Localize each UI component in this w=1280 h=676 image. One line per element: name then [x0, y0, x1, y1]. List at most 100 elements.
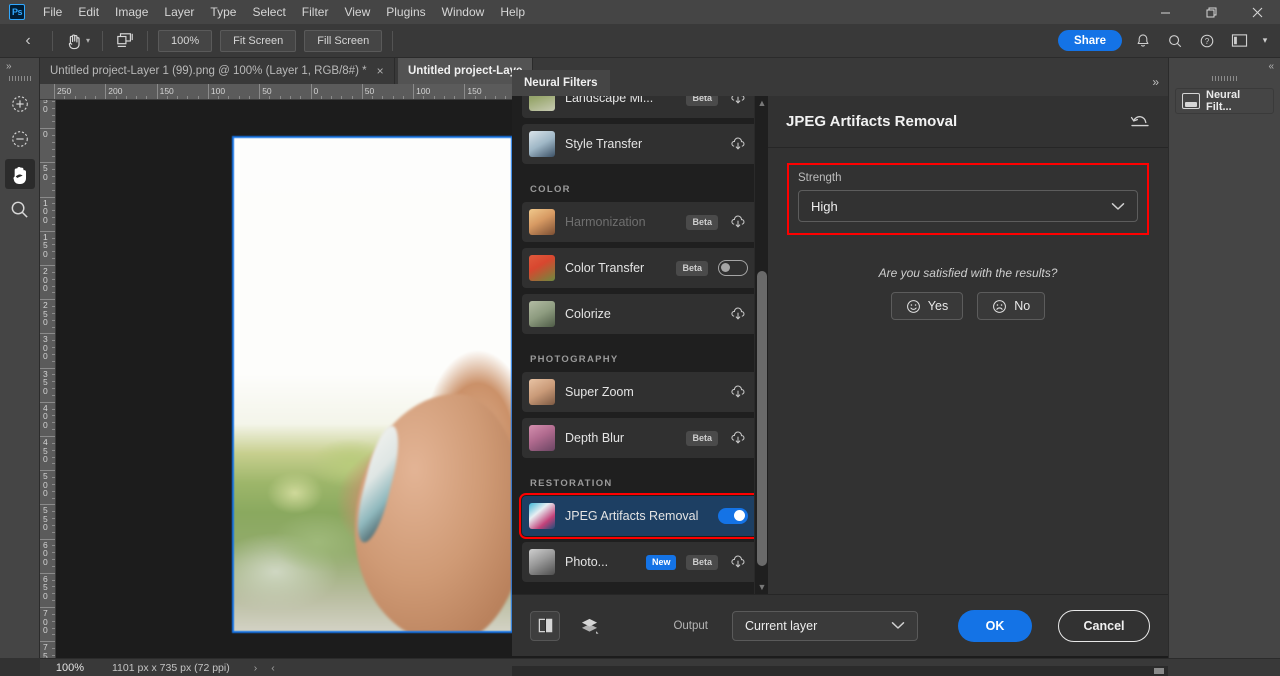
- menu-file[interactable]: File: [35, 0, 70, 24]
- download-cloud-icon[interactable]: [728, 385, 748, 399]
- filter-row-style-transfer[interactable]: Style Transfer: [522, 124, 758, 164]
- filter-row-depth-blur[interactable]: Depth Blur Beta: [522, 418, 758, 458]
- ruler-minor-tick: [52, 135, 55, 137]
- reset-icon[interactable]: [1130, 114, 1150, 130]
- ruler-minor-tick: [52, 545, 55, 547]
- ruler-minor-tick: [52, 518, 55, 520]
- toolbar-grip[interactable]: [8, 76, 31, 81]
- menu-filter[interactable]: Filter: [294, 0, 337, 24]
- filter-row-landscape-mixer[interactable]: Landscape Mi... Beta: [522, 96, 758, 118]
- status-expand-icon[interactable]: ›: [254, 662, 258, 674]
- zoom-level-button[interactable]: 100%: [158, 29, 213, 52]
- dialog-horizontal-scrollbar[interactable]: [512, 666, 1168, 676]
- neural-filters-dialog: Landscape Mi... Beta Style Transfer COLO…: [512, 96, 1168, 656]
- dock-collapse-button[interactable]: «: [1169, 58, 1280, 72]
- download-cloud-icon[interactable]: [728, 555, 748, 569]
- filter-detail-panel: JPEG Artifacts Removal Strength High Are…: [768, 96, 1168, 594]
- menu-window[interactable]: Window: [434, 0, 493, 24]
- minimize-button[interactable]: [1142, 0, 1188, 24]
- menu-image[interactable]: Image: [107, 0, 156, 24]
- panel-expand-button[interactable]: »: [1152, 75, 1159, 89]
- menu-edit[interactable]: Edit: [70, 0, 107, 24]
- scroll-up-icon[interactable]: ▲: [755, 96, 768, 110]
- ruler-minor-tick: [52, 244, 55, 246]
- vertical-ruler[interactable]: 50 0 50 100 150 200 250 300 350 400 450 500 550 600 65…: [40, 100, 56, 658]
- magnifier-icon: [11, 201, 28, 218]
- help-icon[interactable]: ?: [1194, 28, 1220, 54]
- ok-button[interactable]: OK: [958, 609, 1032, 642]
- download-cloud-icon[interactable]: [728, 96, 748, 105]
- download-cloud-icon[interactable]: [728, 307, 748, 321]
- menu-help[interactable]: Help: [492, 0, 533, 24]
- ruler-minor-tick: [52, 511, 55, 513]
- feedback-yes-button[interactable]: Yes: [890, 292, 964, 320]
- filter-row-color-transfer[interactable]: Color Transfer Beta: [522, 248, 758, 288]
- ruler-minor-tick: [52, 292, 55, 294]
- ruler-minor-tick: [443, 96, 445, 99]
- menu-view[interactable]: View: [336, 0, 378, 24]
- neural-filters-body: Landscape Mi... Beta Style Transfer COLO…: [512, 96, 1168, 594]
- arrange-documents-button[interactable]: [109, 32, 141, 50]
- filter-row-colorize[interactable]: Colorize: [522, 294, 758, 334]
- filter-toggle[interactable]: [718, 260, 748, 276]
- filter-row-photo-restoration[interactable]: Photo... New Beta: [522, 542, 758, 582]
- scrollbar-thumb[interactable]: [1154, 668, 1164, 674]
- hand-tool[interactable]: [4, 159, 35, 189]
- search-icon[interactable]: [1162, 28, 1188, 54]
- download-cloud-icon[interactable]: [728, 137, 748, 151]
- ruler-minor-tick: [52, 278, 55, 280]
- filter-row-harmonization[interactable]: Harmonization Beta: [522, 202, 758, 242]
- ruler-label: 700: [43, 608, 48, 635]
- menu-plugins[interactable]: Plugins: [378, 0, 433, 24]
- filter-row-super-zoom[interactable]: Super Zoom: [522, 372, 758, 412]
- filter-row-jpeg-artifacts-removal[interactable]: JPEG Artifacts Removal: [519, 493, 761, 539]
- filter-label: Style Transfer: [565, 137, 643, 151]
- status-zoom[interactable]: 100%: [40, 662, 100, 674]
- split-preview-icon[interactable]: [530, 610, 560, 641]
- dock-grip[interactable]: [1211, 76, 1238, 81]
- ruler-minor-tick: [52, 524, 55, 526]
- hand-tool-option[interactable]: ▾: [59, 32, 96, 50]
- filter-toggle[interactable]: [718, 508, 748, 524]
- toolbar-collapse-button[interactable]: »: [0, 58, 39, 72]
- document-tab-1[interactable]: Untitled project-Layer 1 (99).png @ 100%…: [40, 58, 395, 84]
- download-cloud-icon[interactable]: [728, 215, 748, 229]
- share-button[interactable]: Share: [1058, 30, 1122, 51]
- document-image[interactable]: [232, 136, 513, 633]
- ruler-minor-tick: [52, 579, 55, 581]
- arrange-documents-icon: [117, 32, 133, 47]
- panel-tab-neural-filters[interactable]: Neural Filt...: [1175, 88, 1274, 114]
- layers-icon[interactable]: [574, 611, 604, 641]
- menu-type[interactable]: Type: [202, 0, 244, 24]
- close-icon[interactable]: ×: [377, 64, 384, 78]
- ruler-minor-tick: [52, 312, 55, 314]
- cancel-button[interactable]: Cancel: [1058, 609, 1150, 642]
- beta-badge: Beta: [676, 260, 708, 276]
- ruler-label: 600: [43, 539, 48, 567]
- menu-layer[interactable]: Layer: [156, 0, 202, 24]
- scrollbar-thumb[interactable]: [757, 271, 767, 566]
- fit-screen-button[interactable]: Fit Screen: [220, 29, 297, 52]
- neural-filters-tab[interactable]: Neural Filters: [512, 70, 610, 96]
- scroll-down-icon[interactable]: ▼: [755, 580, 768, 594]
- ruler-label: 150: [467, 86, 482, 96]
- restore-button[interactable]: [1188, 0, 1234, 24]
- strength-select[interactable]: High: [798, 190, 1138, 222]
- output-select[interactable]: Current layer: [732, 610, 918, 641]
- filter-list-scrollbar[interactable]: ▲ ▼: [754, 96, 768, 594]
- feedback-no-button[interactable]: No: [977, 292, 1046, 320]
- bell-icon[interactable]: [1130, 28, 1156, 54]
- download-cloud-icon[interactable]: [728, 431, 748, 445]
- magnifier-tool[interactable]: [5, 194, 35, 224]
- fill-screen-button[interactable]: Fill Screen: [304, 29, 383, 52]
- menu-select[interactable]: Select: [244, 0, 293, 24]
- chevron-down-icon[interactable]: ▾: [1258, 28, 1272, 54]
- zoom-in-tool[interactable]: [5, 89, 35, 119]
- status-collapse-icon[interactable]: ‹: [271, 662, 275, 674]
- back-arrow-icon[interactable]: ‹: [10, 32, 46, 50]
- zoom-out-tool[interactable]: [5, 124, 35, 154]
- close-button[interactable]: [1234, 0, 1280, 24]
- workspace-icon[interactable]: [1226, 28, 1252, 54]
- filter-list[interactable]: Landscape Mi... Beta Style Transfer COLO…: [512, 96, 768, 594]
- ruler-minor-tick: [52, 223, 55, 225]
